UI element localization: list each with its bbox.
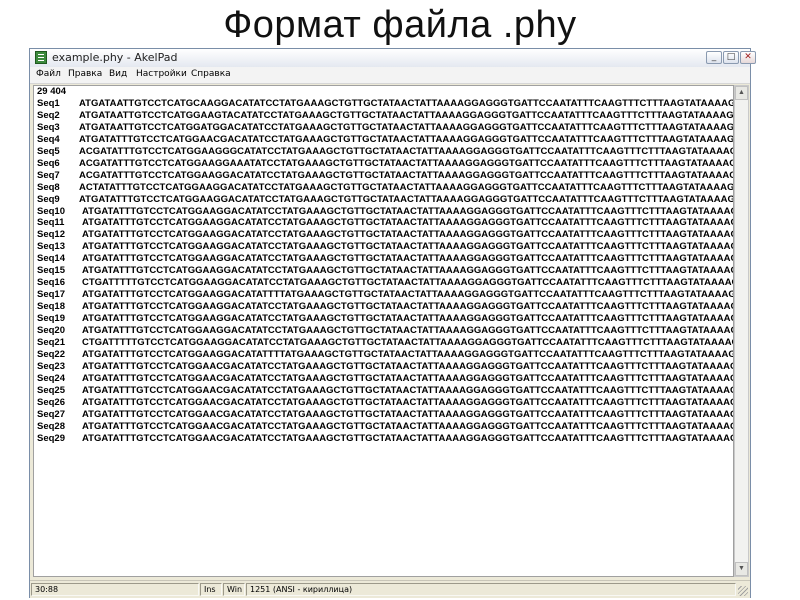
sequence-name: Seq5: [37, 145, 60, 157]
sequence-data: ATGATATTTGTCCTCATGGAAGGACATATCCTATGAAAGC…: [82, 265, 734, 277]
text-editor[interactable]: 29 404 Seq1 ATGATAATTGTCCTCATGCAAGGACATAT…: [33, 85, 734, 577]
sequence-data: ATGATATTTGTCCTCATGGAACGACATATCCTATGAAAGC…: [82, 372, 734, 384]
scroll-down-icon[interactable]: ▼: [735, 562, 748, 576]
sequence-name: Seq12: [37, 229, 65, 241]
sequence-name: Seq2: [37, 109, 60, 121]
sequence-data: CTGATTTTTGTCCTCATGGAAGGACATATCCTATGAAAGC…: [82, 336, 734, 348]
sequence-data: ATGATATTTGTCCTCATGGAAGGACATATCCTATGAAAGC…: [82, 301, 734, 313]
sequence-data: ATGATATTTGTCCTCATGGAAGGACATATTTTATGAAAGC…: [82, 348, 734, 360]
menu-help[interactable]: Справка: [191, 69, 231, 79]
sequence-name: Seq20: [37, 325, 65, 336]
sequence-name: Seq22: [37, 348, 65, 360]
sequence-name: Seq23: [37, 360, 65, 372]
app-icon: [35, 51, 47, 64]
sequence-data: ATGATATTTGTCCTCATGGAAGGACATATCCTATGAAAGC…: [82, 325, 734, 336]
sequence-name: Seq6: [37, 157, 60, 169]
sequence-name: Seq16: [37, 277, 65, 289]
sequence-name: Seq28: [37, 420, 65, 432]
menu-file[interactable]: Файл: [36, 69, 61, 79]
sequence-name: Seq29: [37, 432, 65, 444]
sequence-data: ATGATAATTGTCCTCATGGAAGTACATATCCTATGAAAGC…: [79, 109, 734, 121]
sequence-data: ATGATATTTGTCCTCATGGAAGGACATATCCTATGAAAGC…: [82, 217, 734, 229]
phylip-header: 29 404: [37, 86, 67, 97]
status-bar: 30:88 Ins Win 1251 (ANSI - кириллица): [30, 580, 750, 598]
sequence-name: Seq3: [37, 121, 60, 133]
window-title: example.phy - AkelPad: [52, 51, 178, 64]
menu-bar: Файл Правка Вид Настройки Справка: [30, 67, 750, 84]
menu-edit[interactable]: Правка: [68, 69, 102, 79]
sequence-name: Seq21: [37, 336, 65, 348]
sequence-data: CTGATTTTTGTCCTCATGGAAGGACATATCCTATGAAAGC…: [82, 277, 734, 289]
status-newline: Win: [223, 583, 245, 596]
minimize-button[interactable]: _: [706, 51, 722, 64]
sequence-name: Seq8: [37, 181, 60, 193]
menu-view[interactable]: Вид: [109, 69, 127, 79]
sequence-name: Seq7: [37, 169, 60, 181]
sequence-name: Seq9: [37, 193, 60, 205]
sequence-name: Seq15: [37, 265, 65, 277]
sequence-data: ATGATATTTGTCCTCATGGAACGACATATCCTATGAAAGC…: [82, 360, 734, 372]
sequence-data: ATGATATTTGTCCTCATGGAACGACATATCCTATGAAAGC…: [82, 432, 734, 444]
sequence-data: ATGATATTTGTCCTCATGGAACGACATATCCTATGAAAGC…: [79, 133, 734, 145]
menu-settings[interactable]: Настройки: [136, 69, 187, 79]
resize-grip-icon[interactable]: [738, 586, 748, 596]
sequence-data: ATGATATTTGTCCTCATGGAAGGACATATCCTATGAAAGC…: [82, 313, 734, 325]
sequence-data: ATGATATTTGTCCTCATGGAAGGACATATCCTATGAAAGC…: [82, 229, 734, 241]
sequence-data: ACGATATTTGTCCTCATGGAAGGACATATCCTATGAAAGC…: [79, 169, 734, 181]
sequence-data: ATGATATTTGTCCTCATGGAAGGACATATCCTATGAAAGC…: [82, 241, 734, 253]
sequence-name: Seq10: [37, 205, 65, 217]
sequence-name: Seq4: [37, 133, 60, 145]
sequence-name: Seq26: [37, 396, 65, 408]
sequence-data: ATGATATTTGTCCTCATGGAAGGACATATCCTATGAAAGC…: [82, 205, 734, 217]
sequence-name: Seq11: [37, 217, 65, 229]
sequence-name: Seq19: [37, 313, 65, 325]
sequence-name: Seq27: [37, 408, 65, 420]
title-bar[interactable]: example.phy - AkelPad _ □ ✕: [30, 49, 756, 68]
sequence-name: Seq24: [37, 372, 65, 384]
status-position: 30:88: [31, 583, 199, 596]
status-encoding: 1251 (ANSI - кириллица): [246, 583, 736, 596]
sequence-data: ACGATATTTGTCCTCATGGAAGGGCATATCCTATGAAAGC…: [79, 145, 734, 157]
slide-title: Формат файла .phy: [223, 4, 577, 46]
status-insert-mode: Ins: [200, 583, 222, 596]
scroll-up-icon[interactable]: ▲: [735, 86, 748, 100]
sequence-data: ATGATAATTGTCCTCATGGATGGACATATCCTATGAAAGC…: [79, 121, 734, 133]
sequence-data: ATGATATTTGTCCTCATGGAACGACATATCCTATGAAAGC…: [82, 408, 734, 420]
maximize-button[interactable]: □: [723, 51, 739, 64]
sequence-name: Seq18: [37, 301, 65, 313]
vertical-scrollbar[interactable]: ▲ ▼: [734, 85, 749, 577]
sequence-data: ATGATATTTGTCCTCATGGAAGGACATATCCTATGAAAGC…: [82, 253, 734, 265]
sequence-name: Seq1: [37, 97, 60, 109]
sequence-name: Seq17: [37, 289, 65, 301]
close-button[interactable]: ✕: [740, 51, 756, 64]
sequence-data: ACGATATTTGTCCTCATGGAAGGAAATATCCTATGAAAGC…: [79, 157, 734, 169]
sequence-data: ATGATATTTGTCCTCATGGAACGACATATCCTATGAAAGC…: [82, 396, 734, 408]
akelpad-window: example.phy - AkelPad _ □ ✕ Файл Правка …: [29, 48, 756, 598]
sequence-data: ATGATATTTGTCCTCATGGAACGACATATCCTATGAAAGC…: [82, 420, 734, 432]
sequence-data: ACTATATTTGTCCTCATGGAAGGACATATCCTATGAAAGC…: [79, 181, 734, 193]
sequence-name: Seq13: [37, 241, 65, 253]
sequence-name: Seq14: [37, 253, 65, 265]
sequence-name: Seq25: [37, 384, 65, 396]
sequence-data: ATGATAATTGTCCTCATGCAAGGACATATCCTATGAAAGC…: [79, 97, 734, 109]
sequence-data: ATGATATTTGTCCTCATGGAAGGACATATTTTATGAAAGC…: [82, 289, 734, 301]
sequence-data: ATGATATTTGTCCTCATGGAACGACATATCCTATGAAAGC…: [82, 384, 734, 396]
sequence-data: ATGATATTTGTCCTCATGGAAGGACATATCCTATGAAAGC…: [79, 193, 734, 205]
